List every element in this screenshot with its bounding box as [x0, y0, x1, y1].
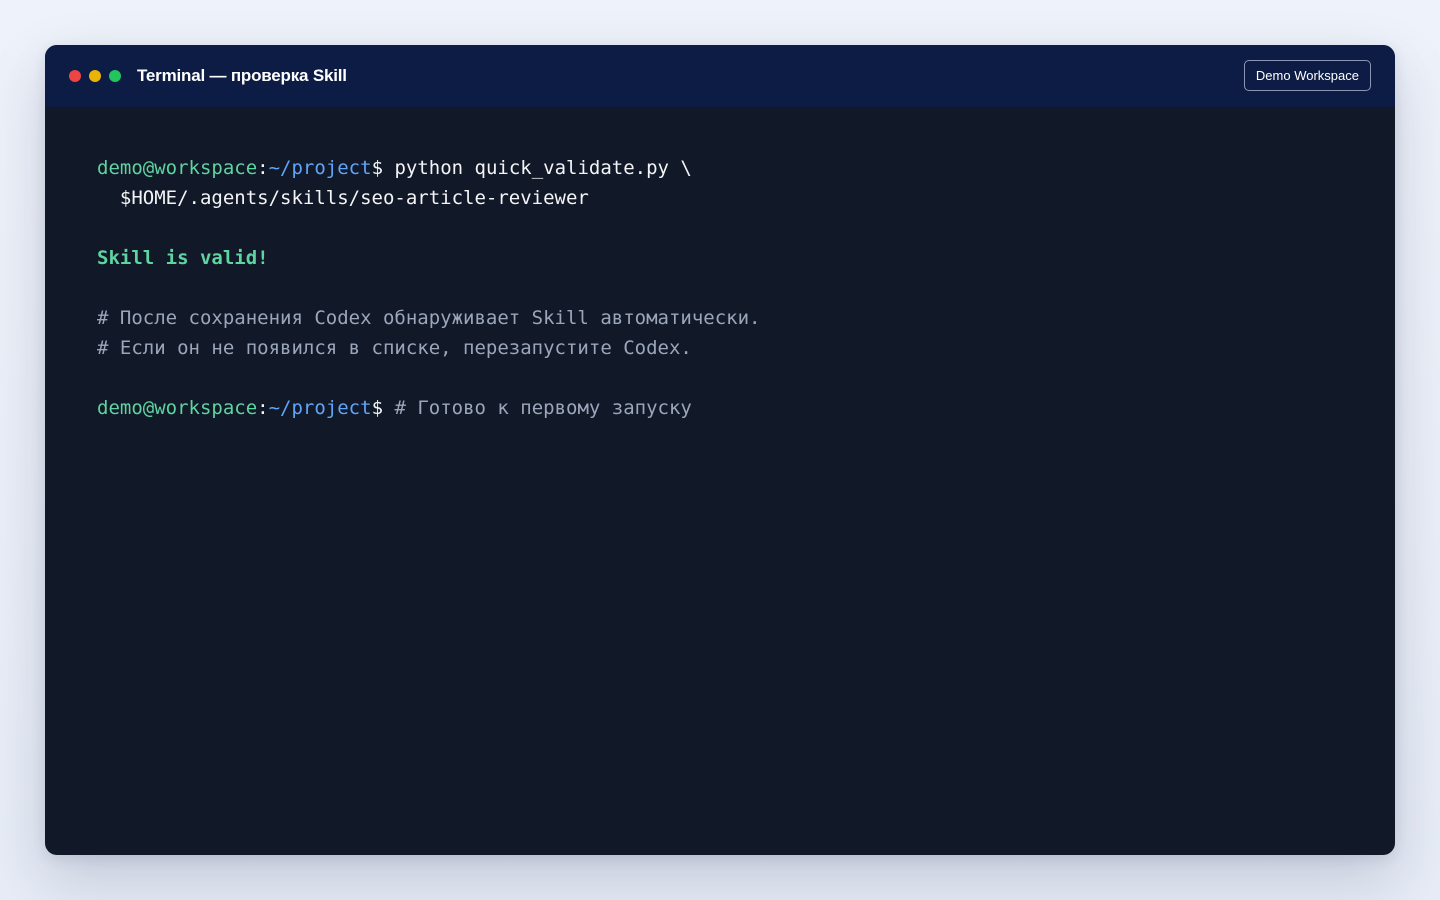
command-continuation: $HOME/.agents/skills/seo-article-reviewe… [97, 183, 1343, 213]
prompt-colon: : [257, 397, 269, 419]
maximize-button[interactable] [109, 70, 121, 82]
command-argument: $HOME/.agents/skills/seo-article-reviewe… [97, 187, 589, 209]
comment-line: # После сохранения Codex обнаруживает Sk… [97, 303, 1343, 333]
prompt-symbol: $ [371, 157, 384, 179]
comment-line: # Если он не появился в списке, перезапу… [97, 333, 1343, 363]
prompt-colon: : [257, 157, 269, 179]
terminal-output[interactable]: demo@workspace:~/project$ python quick_v… [45, 107, 1395, 423]
minimize-button[interactable] [89, 70, 101, 82]
success-message: Skill is valid! [97, 247, 269, 269]
title-bar: Terminal — проверка Skill Demo Workspace [45, 45, 1395, 107]
prompt-path: ~/project [268, 397, 372, 419]
window-title: Terminal — проверка Skill [137, 66, 347, 85]
prompt-user-host: demo@workspace [97, 157, 258, 179]
success-line: Skill is valid! [97, 243, 1343, 273]
final-comment: # Готово к первому запуску [383, 397, 692, 419]
close-button[interactable] [69, 70, 81, 82]
comment-text: # После сохранения Codex обнаруживает Sk… [97, 307, 761, 329]
prompt-symbol: $ [371, 397, 384, 419]
prompt-line: demo@workspace:~/project$ # Готово к пер… [97, 393, 1343, 423]
prompt-path: ~/project [268, 157, 372, 179]
comment-text: # Если он не появился в списке, перезапу… [97, 337, 692, 359]
prompt-user-host: demo@workspace [97, 397, 258, 419]
workspace-button[interactable]: Demo Workspace [1243, 60, 1371, 91]
command-line: demo@workspace:~/project$ python quick_v… [97, 153, 1343, 183]
command-text: python quick_validate.py \ [383, 157, 692, 179]
terminal-window: Terminal — проверка Skill Demo Workspace… [45, 45, 1395, 855]
window-controls [69, 70, 121, 82]
